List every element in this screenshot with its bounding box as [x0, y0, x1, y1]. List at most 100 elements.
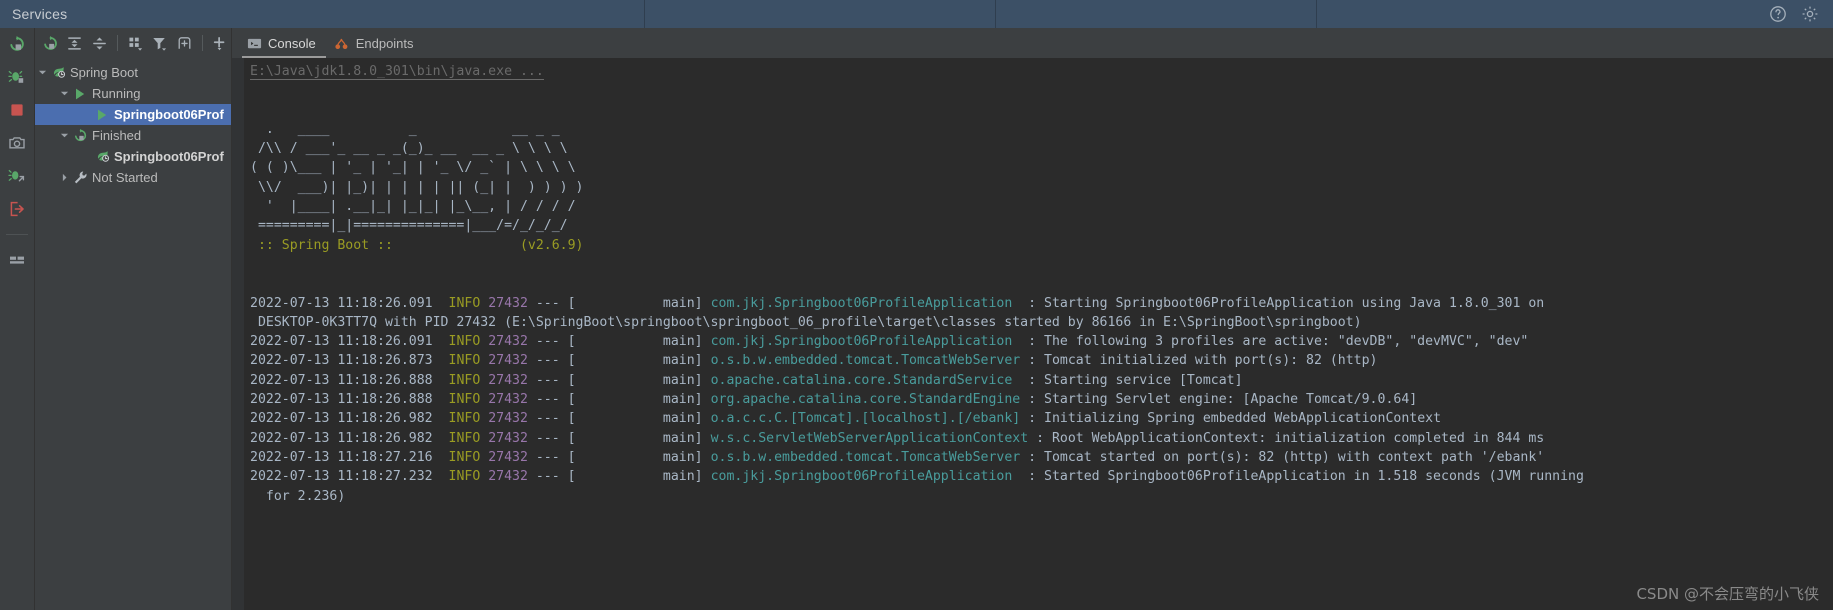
log-logger: o.apache.catalina.core.StandardService	[710, 372, 1013, 388]
rerun-icon	[71, 128, 89, 143]
tree-node-running[interactable]: Running	[35, 83, 231, 104]
console-log-continuation: DESKTOP-0K3TT7Q with PID 27432 (E:\Sprin…	[250, 313, 1833, 332]
log-separator: ---	[527, 411, 568, 427]
group-by-button[interactable]	[124, 31, 147, 55]
log-thread: [ main]	[567, 469, 703, 485]
spring-boot-banner-line: =========|_|==============|___/=/_/_/_/	[250, 216, 1833, 235]
log-message: : Starting Servlet engine: [Apache Tomca…	[1020, 392, 1418, 408]
settings-gear-icon[interactable]	[1801, 5, 1819, 23]
tree-node-label: Finished	[92, 128, 142, 143]
log-pid: 27432	[488, 295, 528, 311]
add-service-button[interactable]	[208, 31, 231, 55]
log-level: INFO	[448, 411, 481, 427]
tree-node-springboot06profile-finished[interactable]: Springboot06Prof	[35, 146, 231, 167]
log-timestamp: 2022-07-13 11:18:26.982	[250, 430, 449, 446]
spring-boot-icon	[49, 65, 67, 80]
camera-icon[interactable]	[7, 133, 27, 153]
console-icon	[246, 36, 262, 52]
spring-boot-banner-line: ( ( )\___ | '_ | '_| | '_ \/ _` | \ \ \ …	[250, 158, 1833, 177]
stop-icon[interactable]	[7, 100, 27, 120]
tree-node-label: Springboot06Prof	[114, 149, 224, 164]
log-thread: [ main]	[567, 411, 703, 427]
services-tree[interactable]: Spring Boot Running Springboot06Prof Fin…	[35, 58, 231, 610]
rerun-icon[interactable]	[7, 34, 27, 54]
log-timestamp: 2022-07-13 11:18:26.982	[250, 411, 449, 427]
debug-attach-icon[interactable]	[7, 166, 27, 186]
log-thread: [ main]	[567, 430, 703, 446]
log-logger: o.s.b.w.embedded.tomcat.TomcatWebServer	[710, 449, 1021, 465]
log-thread: [ main]	[567, 372, 703, 388]
toolbar-divider-1	[116, 35, 118, 51]
log-message: : Tomcat initialized with port(s): 82 (h…	[1020, 353, 1378, 369]
rail-divider	[6, 234, 28, 235]
log-logger: com.jkj.Springboot06ProfileApplication	[710, 469, 1013, 485]
tree-node-label: Not Started	[92, 170, 158, 185]
log-thread: [ main]	[567, 334, 703, 350]
log-separator: ---	[527, 353, 568, 369]
services-toolbar	[35, 28, 231, 58]
tree-node-finished[interactable]: Finished	[35, 125, 231, 146]
tab-endpoints[interactable]: Endpoints	[328, 29, 426, 58]
tab-label: Endpoints	[355, 36, 414, 51]
spring-boot-banner-line: . ____ _ __ _ _	[250, 120, 1833, 139]
tree-node-spring-boot[interactable]: Spring Boot	[35, 62, 231, 83]
console-output[interactable]: E:\Java\jdk1.8.0_301\bin\java.exe ... . …	[244, 58, 1833, 610]
log-timestamp: 2022-07-13 11:18:26.091	[250, 334, 449, 350]
log-separator: ---	[527, 372, 568, 388]
collapse-all-button[interactable]	[88, 31, 111, 55]
chevron-right-icon[interactable]	[57, 173, 71, 182]
banner-text: \\/ ___)| |_)| | | | | || (_| | ) ) ) )	[250, 179, 584, 195]
chevron-down-icon[interactable]	[35, 68, 49, 77]
banner-text: =========|_|==============|___/=/_/_/_/	[250, 218, 568, 234]
spring-boot-version-text: :: Spring Boot :: (v2.6.9)	[250, 237, 584, 253]
open-in-window-button[interactable]	[173, 31, 196, 55]
log-separator: ---	[527, 449, 568, 465]
expand-all-button[interactable]	[64, 31, 87, 55]
console-log-continuation: for 2.236)	[250, 487, 1833, 506]
debug-icon[interactable]	[7, 67, 27, 87]
console-command-line: E:\Java\jdk1.8.0_301\bin\java.exe ...	[250, 62, 1833, 81]
console-log-line: 2022-07-13 11:18:26.873 INFO 27432 --- […	[250, 351, 1833, 370]
banner-text: ( ( )\___ | '_ | '_| | '_ \/ _` | \ \ \ …	[250, 160, 576, 176]
help-icon[interactable]	[1769, 5, 1787, 23]
banner-text: ' |____| .__|_| |_|_| |_\__, | / / / /	[250, 199, 576, 215]
log-message: : Started Springboot06ProfileApplication…	[1012, 469, 1584, 485]
log-message: : Starting Springboot06ProfileApplicatio…	[1012, 295, 1545, 311]
log-level: INFO	[448, 353, 481, 369]
log-separator: ---	[527, 392, 568, 408]
chevron-down-icon[interactable]	[57, 89, 71, 98]
log-message: : Tomcat started on port(s): 82 (http) w…	[1020, 449, 1545, 465]
tree-node-not-started[interactable]: Not Started	[35, 167, 231, 188]
log-message: : Initializing Spring embedded WebApplic…	[1020, 411, 1442, 427]
spring-boot-version-line: :: Spring Boot :: (v2.6.9)	[250, 236, 1833, 255]
log-logger: com.jkj.Springboot06ProfileApplication	[710, 334, 1013, 350]
run-icon	[71, 87, 89, 101]
log-pid: 27432	[488, 430, 528, 446]
chevron-down-icon[interactable]	[57, 131, 71, 140]
filter-button[interactable]	[148, 31, 171, 55]
java-command-text: E:\Java\jdk1.8.0_301\bin\java.exe ...	[250, 64, 544, 80]
window-title: Services	[12, 6, 68, 22]
log-message: : Root WebApplicationContext: initializa…	[1028, 430, 1545, 446]
title-bar: Services	[0, 0, 1833, 28]
tab-console[interactable]: Console	[240, 29, 328, 58]
log-message: : The following 3 profiles are active: "…	[1012, 334, 1529, 350]
log-separator: ---	[527, 430, 568, 446]
log-level: INFO	[448, 430, 481, 446]
tree-node-springboot06profile-running[interactable]: Springboot06Prof	[35, 104, 231, 125]
rerun-service-button[interactable]	[39, 31, 62, 55]
layout-icon[interactable]	[7, 250, 27, 270]
exit-icon[interactable]	[7, 199, 27, 219]
log-logger: o.a.c.c.C.[Tomcat].[localhost].[/ebank]	[710, 411, 1021, 427]
log-pid: 27432	[488, 353, 528, 369]
log-logger: com.jkj.Springboot06ProfileApplication	[710, 295, 1013, 311]
title-bar-actions	[1769, 5, 1833, 23]
log-thread: [ main]	[567, 353, 703, 369]
log-timestamp: 2022-07-13 11:18:26.888	[250, 392, 449, 408]
log-separator: ---	[527, 469, 568, 485]
log-level: INFO	[448, 295, 481, 311]
title-bar-segment-3	[996, 0, 1317, 28]
